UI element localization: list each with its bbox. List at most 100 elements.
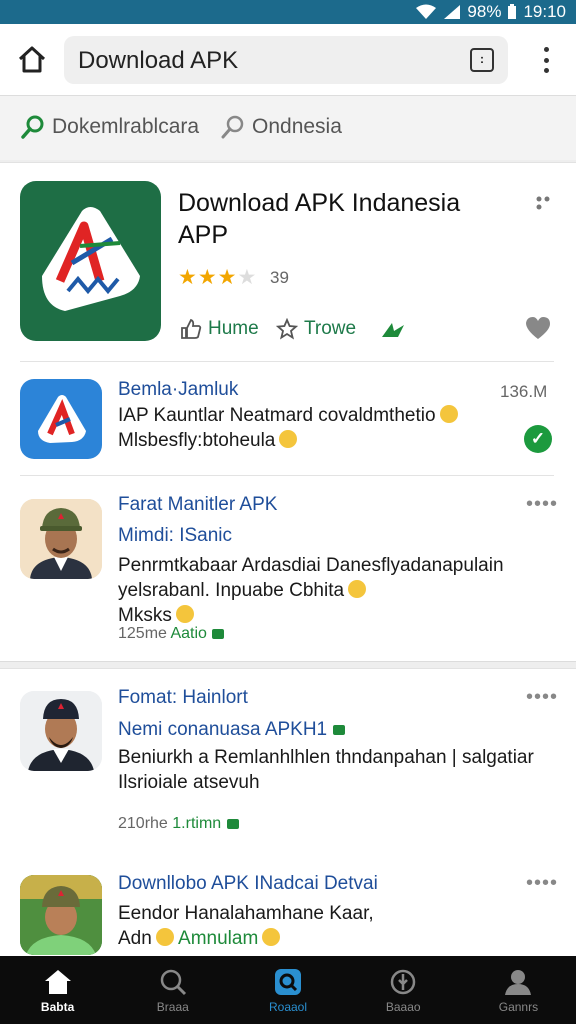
dot-icon: [543, 57, 549, 63]
nav-item-explore[interactable]: Baaao: [346, 956, 461, 1024]
rating-count: 39: [270, 268, 289, 287]
person-avatar-icon: [20, 691, 102, 771]
description-line: IAP Kauntlar Neatmard covaldmthetio: [118, 405, 436, 426]
suggestion-label: Dokemlrablcara: [52, 115, 200, 138]
emoji-icon: [439, 405, 458, 423]
signal-icon: [444, 5, 461, 19]
share-icon[interactable]: [380, 319, 406, 341]
search-icon: [160, 969, 186, 996]
wifi-icon: [416, 4, 437, 19]
suggestion-chip[interactable]: Ondnesia: [220, 114, 342, 140]
dot-icon: [543, 47, 549, 52]
tabs-icon[interactable]: :: [470, 48, 494, 72]
like-button[interactable]: Hume: [180, 318, 259, 340]
verified-check-icon: ✓: [524, 425, 552, 453]
app-icon[interactable]: [20, 181, 161, 341]
item-description: IAP Kauntlar Neatmard covaldmthetio Mlsb…: [118, 403, 458, 453]
nav-label: Gannrs: [498, 1000, 539, 1014]
nav-item-profile[interactable]: Gannrs: [461, 956, 576, 1024]
results-card: Download APK Indanesia APP ★★★★ 39 Hume …: [0, 162, 576, 662]
emoji-icon: [262, 928, 281, 946]
nav-item-discover[interactable]: Roaaol: [230, 956, 345, 1024]
post-tag: 1.rtimn: [172, 815, 222, 832]
download-badge-icon: [333, 725, 346, 735]
emoji-icon: [175, 605, 194, 623]
search-icon: [221, 115, 244, 139]
search-icon: [21, 115, 44, 139]
clock: 19:10: [523, 2, 566, 21]
nav-label: Baaao: [385, 1000, 421, 1014]
avatar[interactable]: [20, 875, 102, 955]
item-description: Penrmtkabaar Ardasdiai Danesflyadanapula…: [118, 553, 504, 628]
nav-item-home[interactable]: Babta: [0, 956, 115, 1024]
more-options-icon[interactable]: ••••: [526, 686, 558, 709]
description-line: Mlsbesfly:btoheula: [118, 430, 276, 451]
download-badge-icon: [226, 819, 239, 829]
avatar[interactable]: [20, 499, 102, 579]
description-line: Penrmtkabaar Ardasdiai Danesflyadanapula…: [118, 555, 504, 576]
star-button[interactable]: Trowe: [276, 318, 356, 340]
profile-icon: [505, 970, 532, 995]
person-avatar-icon: [20, 875, 102, 955]
more-options-icon[interactable]: [532, 193, 554, 215]
subtitle-text: Nemi conanuasa APKH1: [118, 719, 328, 740]
apk-logo-icon: [38, 395, 86, 443]
nav-label: Roaaol: [268, 1000, 308, 1014]
description-line: yelsrabanl. Inpuabe Cbhita: [118, 580, 345, 601]
description-line: Ilsrioiale atsevuh: [118, 772, 260, 793]
results-card: Fomat: Hainlort •••• Nemi conanuasa APKH…: [0, 668, 576, 958]
item-description: Beniurkh a Remlanhlhlen thndanpahan | sa…: [118, 745, 534, 795]
compass-icon: [390, 969, 416, 995]
description-line: Adn: [118, 928, 152, 949]
more-options-icon[interactable]: ••••: [526, 872, 558, 895]
emoji-icon: [155, 928, 174, 946]
item-subtitle: Nemi conanuasa APKH1: [118, 719, 346, 741]
star-outline-icon: [276, 318, 298, 340]
item-meta: 210rhe 1.rtimn: [118, 815, 240, 833]
item-title[interactable]: Farat Manitler APK: [118, 494, 277, 516]
more-options-icon[interactable]: ••••: [526, 493, 558, 516]
suggestion-chip[interactable]: Dokemlrablcara: [20, 114, 199, 140]
status-icons: 98% 19:10: [415, 2, 566, 22]
address-bar[interactable]: Download APK :: [64, 36, 508, 84]
thumbs-up-icon: [181, 318, 202, 339]
item-meta: 125me Aatio: [118, 625, 225, 643]
app-icon[interactable]: [20, 379, 102, 459]
file-size: 136.M: [500, 382, 548, 401]
emoji-icon: [348, 580, 367, 598]
apk-logo-icon: [42, 207, 140, 311]
star-label: Trowe: [304, 318, 357, 339]
battery-percent: 98%: [467, 2, 502, 21]
home-icon: [44, 970, 71, 994]
avatar[interactable]: [20, 691, 102, 771]
nav-label: Braaa: [156, 1000, 189, 1014]
divider: [20, 475, 554, 476]
dot-icon: [543, 68, 549, 73]
description-line: Mksks: [118, 605, 172, 626]
bottom-navigation: Babta Braaa Roaaol Baaao Gannrs: [0, 956, 576, 1024]
rating-stars: ★★★★: [178, 266, 258, 289]
like-label: Hume: [208, 318, 259, 339]
description-line: Amnulam: [178, 928, 259, 949]
address-text[interactable]: Download APK: [78, 47, 238, 75]
app-title[interactable]: Download APK Indanesia APP: [178, 187, 508, 251]
item-title[interactable]: Bemla·Jamluk: [118, 379, 238, 401]
description-line: Beniurkh a Remlanhlhlen thndanpahan | sa…: [118, 747, 534, 768]
item-description: Eendor Hanalahamhane Kaar, Adn Amnulam: [118, 901, 374, 951]
battery-icon: [508, 4, 517, 19]
home-button[interactable]: [16, 44, 48, 76]
heart-icon[interactable]: [524, 315, 552, 341]
status-bar: 98% 19:10: [0, 0, 576, 24]
nav-item-search[interactable]: Braaa: [115, 956, 230, 1024]
download-badge-icon: [212, 629, 225, 639]
suggestion-label: Ondnesia: [252, 115, 342, 138]
overflow-menu-button[interactable]: [534, 44, 558, 76]
nav-label: Babta: [40, 1000, 75, 1014]
item-subtitle: Mimdi: ISanic: [118, 525, 233, 546]
person-avatar-icon: [20, 499, 102, 579]
post-tag: Aatio: [170, 625, 207, 642]
item-title[interactable]: Downllobo APK INadcai Detvai: [118, 873, 378, 895]
item-title[interactable]: Fomat: Hainlort: [118, 687, 248, 709]
app-title-line: APP: [178, 221, 229, 249]
home-icon: [18, 46, 46, 73]
